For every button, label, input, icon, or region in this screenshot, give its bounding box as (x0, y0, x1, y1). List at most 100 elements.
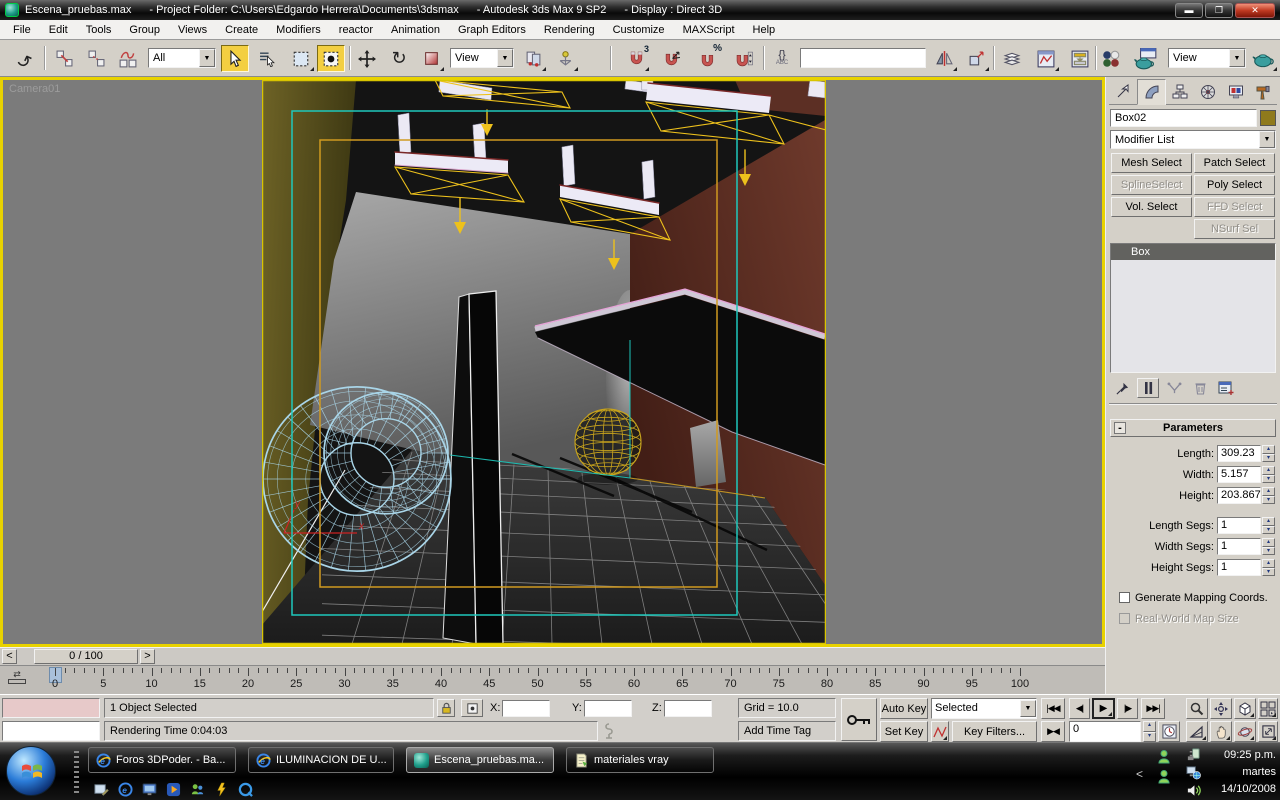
tab-modify[interactable] (1136, 79, 1167, 105)
quicklaunch-internet-explorer[interactable]: e (116, 780, 134, 798)
select-and-move-button[interactable] (353, 45, 381, 72)
length-segs-field[interactable]: 1 (1217, 517, 1261, 534)
pin-stack-button[interactable] (1111, 378, 1133, 398)
height-spinner[interactable]: ▴ ▾ (1262, 487, 1275, 504)
sphere-wireframe[interactable] (574, 408, 642, 476)
x-coord-field[interactable] (502, 700, 550, 717)
snap-toggle-3d[interactable]: 3 (622, 44, 650, 72)
width-segs-field[interactable]: 1 (1217, 538, 1261, 555)
make-unique-button[interactable] (1163, 378, 1185, 398)
viewport-camera-label[interactable]: Camera01 (9, 83, 60, 95)
time-configuration-button[interactable] (1158, 721, 1180, 742)
named-selection-sets-button[interactable]: {} ABC (768, 45, 796, 72)
add-time-tag[interactable]: Add Time Tag (738, 721, 836, 741)
bind-to-space-warp-button[interactable] (114, 45, 142, 72)
previous-frame-button[interactable]: ◀| (1069, 698, 1090, 719)
camera-viewport[interactable]: Camera01 x y (0, 77, 1105, 647)
chevron-down-icon[interactable]: ▼ (497, 49, 513, 67)
tray-volume-icon[interactable] (1186, 783, 1201, 800)
curve-editor-button[interactable] (1032, 45, 1060, 72)
reference-coordinate-combo[interactable]: View ▼ (450, 48, 514, 68)
object-color-swatch[interactable] (1260, 110, 1276, 126)
menu-customize[interactable]: Customize (604, 21, 674, 39)
menu-graph-editors[interactable]: Graph Editors (449, 21, 535, 39)
patch-select-button[interactable]: Patch Select (1194, 153, 1275, 173)
track-bar[interactable]: ⇄ 0 5 10 15 20 25 30 35 40 45 50 55 60 65 70 75 80 85 90 95… (0, 665, 1105, 694)
height-segs-spinner[interactable]: ▴ ▾ (1262, 559, 1275, 576)
parameters-rollout-header[interactable]: - Parameters (1110, 419, 1276, 437)
tray-power-icon[interactable] (1186, 747, 1201, 765)
select-object-button[interactable] (221, 45, 249, 72)
length-segs-spinner[interactable]: ▴ ▾ (1262, 517, 1275, 534)
key-filters-button[interactable]: Key Filters... (952, 721, 1037, 742)
quicklaunch-media-player[interactable] (164, 780, 182, 798)
time-back-button[interactable]: < (2, 649, 17, 664)
height-segs-field[interactable]: 1 (1217, 559, 1261, 576)
auto-key-button[interactable]: Auto Key (880, 698, 928, 719)
chevron-down-icon[interactable]: ▼ (199, 49, 215, 67)
object-name-field[interactable]: Box02 (1110, 109, 1257, 127)
restore-button[interactable]: ❐ (1205, 2, 1233, 18)
remove-modifier-button[interactable] (1189, 378, 1211, 398)
start-button[interactable] (6, 746, 56, 796)
arc-rotate-button[interactable] (1234, 721, 1256, 742)
tray-messenger-icon[interactable] (1156, 749, 1172, 768)
default-in-out-tangents-button[interactable] (931, 721, 949, 742)
play-button[interactable]: ▶ (1092, 698, 1115, 719)
next-frame-button[interactable]: |▶ (1117, 698, 1138, 719)
absolute-offset-toggle[interactable] (461, 699, 483, 717)
unlink-selection-button[interactable] (82, 45, 110, 72)
zoom-extents-button[interactable] (1234, 698, 1256, 719)
mesh-select-button[interactable]: Mesh Select (1111, 153, 1192, 173)
menu-maxscript[interactable]: MAXScript (674, 21, 744, 39)
quicklaunch-show-desktop[interactable] (92, 780, 110, 798)
quicklaunch-remote-desktop[interactable] (140, 780, 158, 798)
select-by-name-button[interactable] (253, 45, 281, 72)
y-coord-field[interactable] (584, 700, 632, 717)
align-button[interactable] (962, 45, 990, 72)
quicklaunch-quicktime[interactable] (236, 780, 254, 798)
open-mini-curve-editor-button[interactable]: ⇄ (6, 669, 28, 691)
menu-reactor[interactable]: reactor (330, 21, 382, 39)
material-editor-button[interactable] (1098, 45, 1124, 72)
menu-rendering[interactable]: Rendering (535, 21, 604, 39)
use-center-flyout[interactable] (519, 45, 547, 72)
taskbar-item-materiales-vray[interactable]: materiales vray (566, 747, 714, 773)
time-forward-button[interactable]: > (140, 649, 155, 664)
tab-hierarchy[interactable] (1166, 79, 1195, 105)
select-and-rotate-button[interactable]: ↻ (385, 45, 413, 72)
tray-messenger-icon[interactable] (1156, 769, 1172, 788)
configure-modifier-sets-button[interactable] (1215, 378, 1237, 398)
maximize-viewport-toggle[interactable] (1258, 721, 1278, 742)
close-button[interactable]: ✕ (1235, 2, 1275, 18)
width-spinner[interactable]: ▴ ▾ (1262, 466, 1275, 483)
height-field[interactable]: 203.867 (1217, 487, 1261, 504)
length-spinner[interactable]: ▴ ▾ (1262, 445, 1275, 462)
zoom-button[interactable] (1186, 698, 1208, 719)
select-and-manipulate-button[interactable] (551, 45, 579, 72)
percent-snap-toggle[interactable]: % (694, 43, 722, 72)
field-of-view-button[interactable] (1186, 721, 1208, 742)
modifier-list-combo[interactable]: Modifier List ▼ (1110, 130, 1276, 149)
set-keys-button[interactable] (841, 698, 877, 741)
tab-display[interactable] (1221, 79, 1250, 105)
menu-edit[interactable]: Edit (40, 21, 77, 39)
rectangular-selection-region-button[interactable] (287, 45, 315, 72)
chevron-down-icon[interactable]: ▼ (1229, 49, 1245, 67)
menu-tools[interactable]: Tools (77, 21, 121, 39)
key-mode-toggle[interactable]: ▶◀ (1041, 721, 1065, 742)
taskbar-item-iluminacion[interactable]: e ILUMINACION DE U... (248, 747, 394, 773)
zoom-all-button[interactable] (1210, 698, 1232, 719)
schematic-view-button[interactable] (1066, 45, 1094, 72)
menu-animation[interactable]: Animation (382, 21, 449, 39)
window-crossing-toggle[interactable] (317, 45, 345, 72)
width-field[interactable]: 5.157 (1217, 466, 1261, 483)
menu-help[interactable]: Help (744, 21, 785, 39)
current-frame-field[interactable]: 0 (1069, 721, 1141, 742)
spinner-snap-toggle[interactable] (730, 45, 758, 72)
render-scene-dialog-button[interactable] (1130, 45, 1162, 72)
time-slider[interactable]: < 0 / 100 > (0, 647, 1105, 665)
menu-create[interactable]: Create (216, 21, 267, 39)
width-segs-spinner[interactable]: ▴ ▾ (1262, 538, 1275, 555)
stack-item-box[interactable]: Box (1111, 244, 1275, 260)
